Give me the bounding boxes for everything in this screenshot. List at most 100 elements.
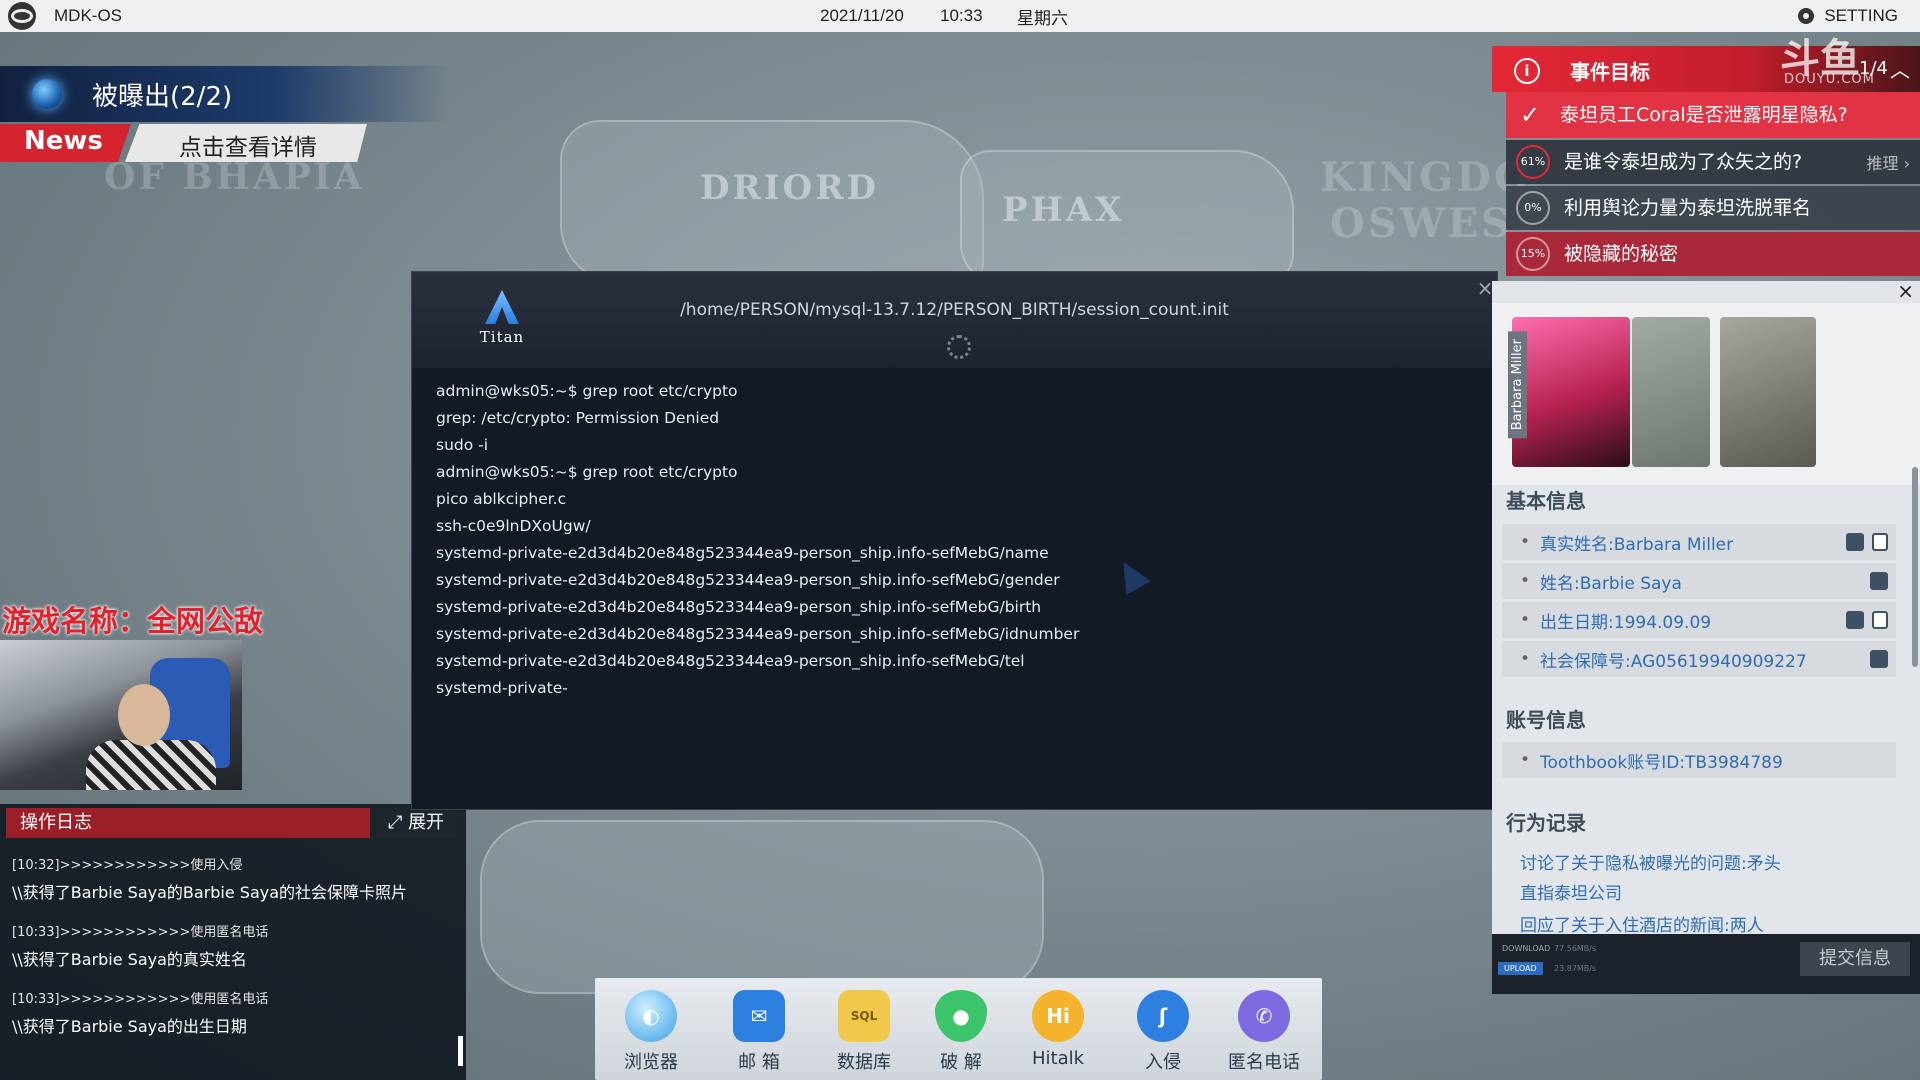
operation-log-panel: 操作日志 ⤢ 展开 [10:32]>>>>>>>>>>>>使用入侵 \\获得了B… (0, 804, 466, 1080)
crack-icon: ● (935, 990, 987, 1042)
chevron-up-icon[interactable]: ︿ (1890, 54, 1910, 83)
terminal-window: Titan /home/PERSON/mysql-13.7.12/PERSON_… (411, 271, 1498, 810)
goal-item[interactable]: 0% 利用舆论力量为泰坦洗脱罪名 (1506, 186, 1920, 230)
info-field[interactable]: • 姓名:Barbie Saya (1502, 563, 1896, 599)
terminal-line: admin@wks05:~$ grep root etc/crypto (436, 463, 738, 481)
shield-icon[interactable] (1870, 650, 1888, 668)
profile-scrollbar[interactable] (1912, 467, 1918, 667)
dock-hitalk[interactable]: Hi Hitalk (1013, 990, 1103, 1069)
shield-icon[interactable] (1846, 533, 1864, 551)
news-title: 被曝出(2/2) (92, 81, 233, 112)
dock-browser[interactable]: ◐ 浏览器 (606, 990, 696, 1074)
log-scrollbar[interactable] (458, 1036, 463, 1066)
info-field-text: 真实姓名:Barbara Miller (1540, 534, 1734, 555)
terminal-path: /home/PERSON/mysql-13.7.12/PERSON_BIRTH/… (680, 300, 1229, 320)
portrait-name: Barbara Miller (1508, 331, 1527, 439)
setting-button[interactable]: SETTING (1798, 6, 1898, 26)
portrait-secondary[interactable] (1632, 317, 1710, 467)
map-label-phax: PHAX (1002, 190, 1125, 230)
portrait-barbara[interactable]: Barbara Miller (1508, 317, 1630, 467)
document-icon[interactable] (1872, 611, 1888, 629)
news-bar: News 点击查看详情 (0, 124, 367, 162)
goal-text: 泰坦员工Coral是否泄露明星隐私? (1560, 104, 1848, 126)
goal-reason-link[interactable]: 推理 › (1867, 150, 1911, 174)
log-header: 操作日志 (6, 808, 370, 838)
dock-anon-phone[interactable]: ✆ 匿名电话 (1219, 990, 1309, 1074)
map-label-bhapia: OF BHAPIA (104, 156, 365, 198)
setting-label: SETTING (1824, 6, 1898, 25)
terminal-line: systemd-private-e2d3d4b20e848g523344ea9-… (436, 571, 1060, 589)
gear-icon (1798, 8, 1815, 24)
upload-value: 23.87MB/s (1554, 964, 1597, 973)
dock-database[interactable]: SQL 数据库 (819, 990, 909, 1074)
dock-label: 浏览器 (624, 1052, 678, 1073)
account-info-title: 账号信息 (1506, 708, 1586, 732)
database-icon: SQL (838, 990, 890, 1042)
terminal-line: admin@wks05:~$ grep root etc/crypto (436, 382, 738, 400)
submit-info-button[interactable]: 提交信息 (1800, 942, 1910, 976)
info-field-text: Toothbook账号ID:TB3984789 (1540, 752, 1783, 773)
goal-progress: 0% (1516, 191, 1550, 225)
terminal-line: systemd-private-e2d3d4b20e848g523344ea9-… (436, 625, 1080, 643)
dock-mail[interactable]: ✉ 邮 箱 (714, 990, 804, 1074)
terminal-line: pico ablkcipher.c (436, 490, 567, 508)
info-field-text: 社会保障号:AG05619940909227 (1540, 651, 1807, 672)
log-entry-time: [10:32]>>>>>>>>>>>>使用入侵 (12, 858, 243, 873)
terminal-output: admin@wks05:~$ grep root etc/crypto grep… (436, 378, 1079, 702)
dock-intrude[interactable]: ʃ 入侵 (1118, 990, 1208, 1074)
goals-header[interactable]: i 事件目标 斗鱼 DOUYU.COM 1/4 ︿ (1492, 36, 1920, 92)
news-tag: News (0, 124, 131, 162)
network-footer: DOWNLOAD 77.56MB/s UPLOAD 23.87MB/s 提交信息 (1492, 934, 1920, 994)
news-details-link[interactable]: 点击查看详情 (124, 124, 367, 162)
goal-item[interactable]: 15% 被隐藏的秘密 (1506, 232, 1920, 276)
shield-icon[interactable] (1846, 611, 1864, 629)
terminal-line: systemd-private- (436, 679, 568, 697)
terminal-line: ssh-c0e9lnDXoUgw/ (436, 517, 591, 535)
log-expand-button[interactable]: ⤢ 展开 (376, 808, 456, 838)
info-field-text: 出生日期:1994.09.09 (1540, 612, 1712, 633)
dock-label: Hitalk (1031, 1048, 1085, 1069)
dock-label: 匿名电话 (1228, 1052, 1300, 1073)
streamer-webcam (0, 640, 242, 790)
goal-progress: 15% (1516, 237, 1550, 271)
app-dock: ◐ 浏览器 ✉ 邮 箱 SQL 数据库 ● 破 解 Hi Hitalk ʃ 入侵… (595, 978, 1322, 1080)
portrait-secondary[interactable] (1720, 317, 1816, 467)
dock-crack[interactable]: ● 破 解 (916, 990, 1006, 1074)
os-logo-icon[interactable] (8, 2, 36, 30)
goal-text: 利用舆论力量为泰坦洗脱罪名 (1564, 197, 1812, 219)
terminal-header: Titan /home/PERSON/mysql-13.7.12/PERSON_… (412, 272, 1497, 368)
hook-icon: ʃ (1137, 990, 1189, 1042)
info-field[interactable]: • 社会保障号:AG05619940909227 (1502, 641, 1896, 677)
dock-label: 入侵 (1145, 1052, 1181, 1073)
shield-icon[interactable] (1870, 572, 1888, 590)
checkmark-icon: ✓ (1519, 101, 1541, 129)
info-field[interactable]: • 真实姓名:Barbara Miller (1502, 524, 1896, 560)
log-entry: [10:33]>>>>>>>>>>>>使用匿名电话 \\获得了Barbie Sa… (12, 921, 452, 970)
news-banner[interactable]: 被曝出(2/2) (0, 66, 450, 122)
behavior-record[interactable]: 讨论了关于隐私被曝光的问题:矛头直指泰坦公司 (1520, 849, 1790, 909)
info-field[interactable]: • Toothbook账号ID:TB3984789 (1502, 742, 1896, 778)
info-field-text: 姓名:Barbie Saya (1540, 573, 1682, 594)
phone-icon: ✆ (1238, 990, 1290, 1042)
profile-close-icon[interactable]: × (1897, 279, 1914, 303)
globe-icon (32, 79, 62, 109)
info-field[interactable]: • 出生日期:1994.09.09 (1502, 602, 1896, 638)
log-entry-text: \\获得了Barbie Saya的Barbie Saya的社会保障卡照片 (12, 883, 408, 902)
download-label: DOWNLOAD (1502, 944, 1551, 953)
upload-label: UPLOAD (1498, 962, 1543, 975)
log-entry-text: \\获得了Barbie Saya的出生日期 (12, 1017, 247, 1036)
stream-game-name: 游戏名称：全网公敌 (2, 604, 264, 638)
goal-item-done[interactable]: ✓ 泰坦员工Coral是否泄露明星隐私? (1506, 92, 1920, 138)
map-label-driord: DRIORD (700, 168, 880, 208)
event-goals-panel: i 事件目标 斗鱼 DOUYU.COM 1/4 ︿ ✓ 泰坦员工Coral是否泄… (1492, 36, 1920, 276)
log-entry-time: [10:33]>>>>>>>>>>>>使用匿名电话 (12, 925, 269, 940)
download-value: 77.56MB/s (1554, 944, 1597, 953)
goal-text: 被隐藏的秘密 (1564, 243, 1679, 265)
behavior-title: 行为记录 (1506, 811, 1586, 835)
log-expand-label: 展开 (408, 812, 445, 833)
goal-progress: 61% (1516, 145, 1550, 179)
dock-label: 数据库 (837, 1052, 891, 1073)
goal-item[interactable]: 61% 是谁令泰坦成为了众矢之的? 推理 › (1506, 140, 1920, 184)
info-icon: i (1514, 58, 1540, 84)
document-icon[interactable] (1872, 533, 1888, 551)
